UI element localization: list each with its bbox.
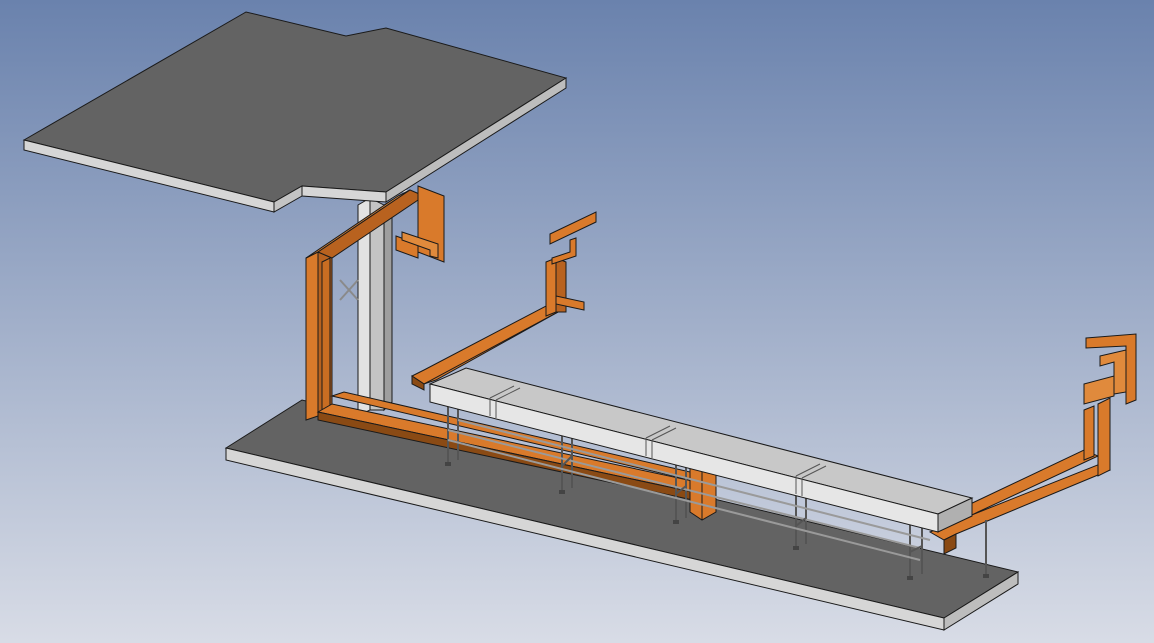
cad-3d-viewport[interactable]	[0, 0, 1154, 643]
duct-riser-left	[305, 251, 319, 421]
duct-rear-riser	[545, 257, 557, 317]
duct-right-riser	[1097, 397, 1111, 477]
scene-canvas[interactable]	[0, 0, 1154, 643]
